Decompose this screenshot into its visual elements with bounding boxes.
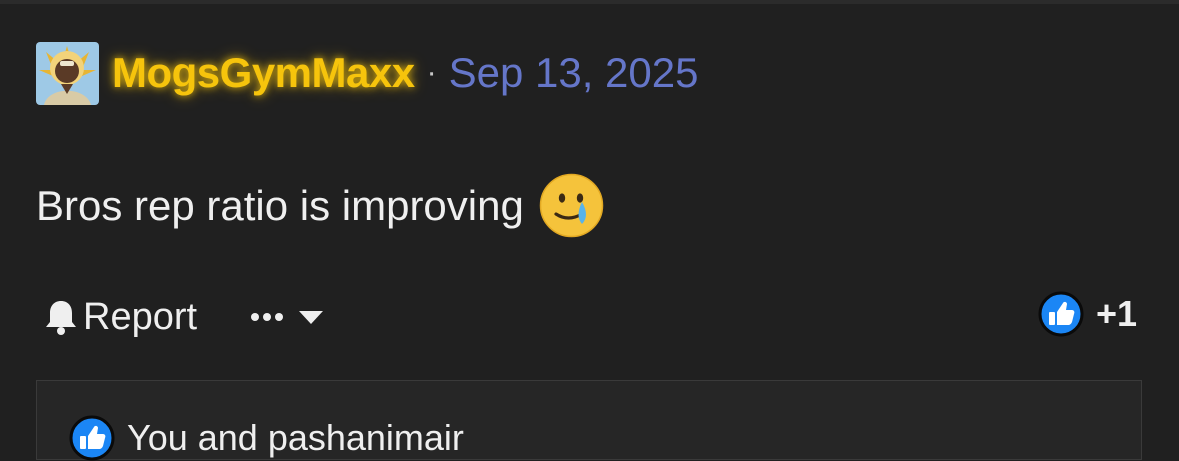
reactions-button[interactable]: +1 xyxy=(1038,290,1137,338)
thumbs-up-icon xyxy=(1038,291,1084,337)
post-message-text: Bros rep ratio is improving xyxy=(36,181,524,229)
reactions-summary-text[interactable]: You and pashanimair xyxy=(127,417,464,459)
thumbs-up-icon xyxy=(69,415,115,461)
post-message: Bros rep ratio is improving xyxy=(36,172,605,239)
avatar[interactable] xyxy=(36,41,99,105)
reactions-summary-line: You and pashanimair xyxy=(69,415,464,461)
author-username[interactable]: MogsGymMaxx xyxy=(112,49,415,97)
reactions-summary[interactable]: You and pashanimair xyxy=(36,380,1142,461)
caret-down-icon xyxy=(299,311,324,324)
post-actions: Report xyxy=(44,292,325,342)
face-holding-back-tears-icon xyxy=(539,173,604,238)
reaction-count: +1 xyxy=(1095,293,1137,334)
ellipsis-icon xyxy=(251,313,284,321)
post-date[interactable]: Sep 13, 2025 xyxy=(449,49,699,97)
header-separator: · xyxy=(426,56,437,89)
more-options-button[interactable] xyxy=(249,308,325,326)
forum-post: MogsGymMaxx · Sep 13, 2025 Bros rep rati… xyxy=(0,0,1179,461)
report-label: Report xyxy=(83,295,198,338)
report-button[interactable]: Report xyxy=(44,296,197,339)
bell-icon xyxy=(46,301,76,335)
post-header: MogsGymMaxx · Sep 13, 2025 xyxy=(36,41,698,105)
